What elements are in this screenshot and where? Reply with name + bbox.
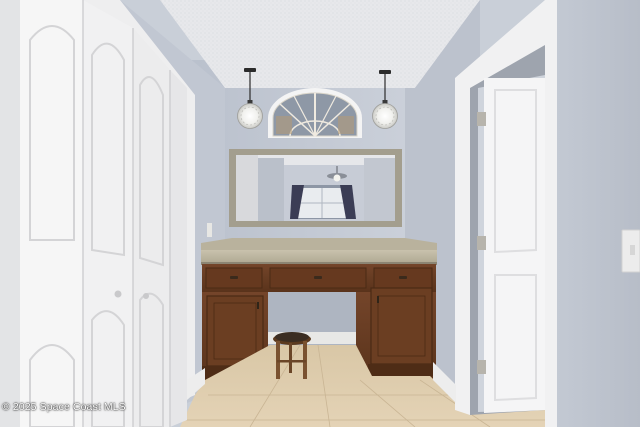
bifold-closet-doors [0,0,195,427]
wall-outlet [207,223,212,237]
far-right-wall [557,0,640,427]
open-white-door [477,78,545,413]
bathroom-vanity-photo [0,0,640,427]
framed-mirror [229,149,402,227]
light-switch-toggle [630,245,635,255]
wooden-stool [273,332,311,379]
granite-countertop [201,238,437,265]
mls-watermark: © 2025 Space Coast MLS [2,401,126,413]
